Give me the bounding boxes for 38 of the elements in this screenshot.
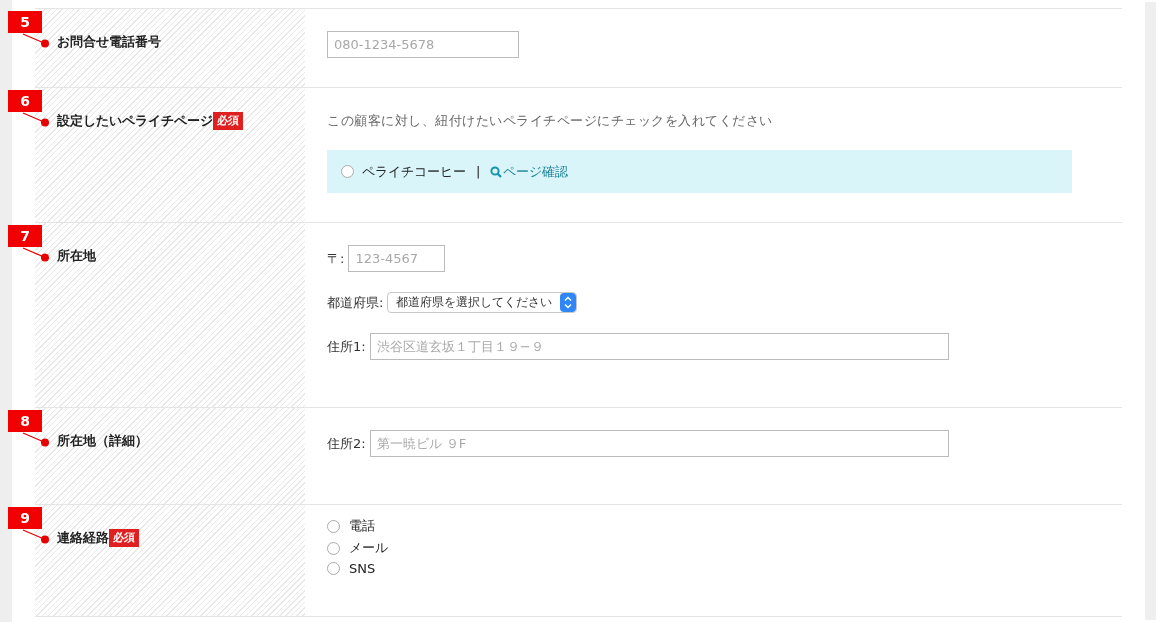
option-label: 電話 xyxy=(349,517,375,535)
field-label: 都道府県: xyxy=(327,293,384,312)
input-field[interactable]: 080-1234-5678 xyxy=(327,31,519,58)
required-badge: 必須 xyxy=(213,112,243,130)
field-label: 設定したいペライチページ xyxy=(57,112,213,130)
radio-button[interactable] xyxy=(341,165,354,178)
callout-pointer xyxy=(22,529,50,544)
field-label: 連絡経路 xyxy=(57,529,109,547)
callout-pointer xyxy=(22,247,50,262)
page-check-link[interactable]: ページ確認 xyxy=(490,162,569,181)
input-field[interactable]: 123-4567 xyxy=(348,245,446,272)
field-label: 所在地（詳細） xyxy=(57,432,148,450)
step-number-badge: 6 xyxy=(8,90,42,112)
search-icon xyxy=(490,165,503,178)
separator: | xyxy=(476,164,481,179)
step-number-badge: 7 xyxy=(8,225,42,247)
option-label: SNS xyxy=(349,561,376,576)
field-label: 住所2: xyxy=(327,434,366,453)
stepper-icon xyxy=(560,293,577,312)
callout-pointer xyxy=(22,432,50,447)
step-number-badge: 5 xyxy=(8,11,42,33)
callout-pointer xyxy=(22,112,50,127)
option-label: ペライチコーヒー xyxy=(362,162,466,181)
input-field[interactable]: 渋谷区道玄坂１丁目１９−９ xyxy=(369,333,949,360)
hint-text: この顧客に対し、紐付けたいペライチページにチェックを入れてください xyxy=(327,113,774,130)
radio-button[interactable] xyxy=(327,562,340,575)
field-label: 住所1: xyxy=(327,337,366,356)
step-number-badge: 8 xyxy=(8,410,42,432)
option-label: メール xyxy=(349,539,388,557)
step-number-badge: 9 xyxy=(8,507,42,529)
field-label: 所在地 xyxy=(57,247,96,265)
required-badge: 必須 xyxy=(109,529,139,547)
prefecture-select[interactable]: 都道府県を選択してください xyxy=(387,292,578,313)
radio-button[interactable] xyxy=(327,519,340,533)
radio-button[interactable] xyxy=(327,541,340,555)
callout-pointer xyxy=(22,33,50,48)
field-label: お問合せ電話番号 xyxy=(57,33,161,51)
field-label: 〒: xyxy=(327,249,345,268)
